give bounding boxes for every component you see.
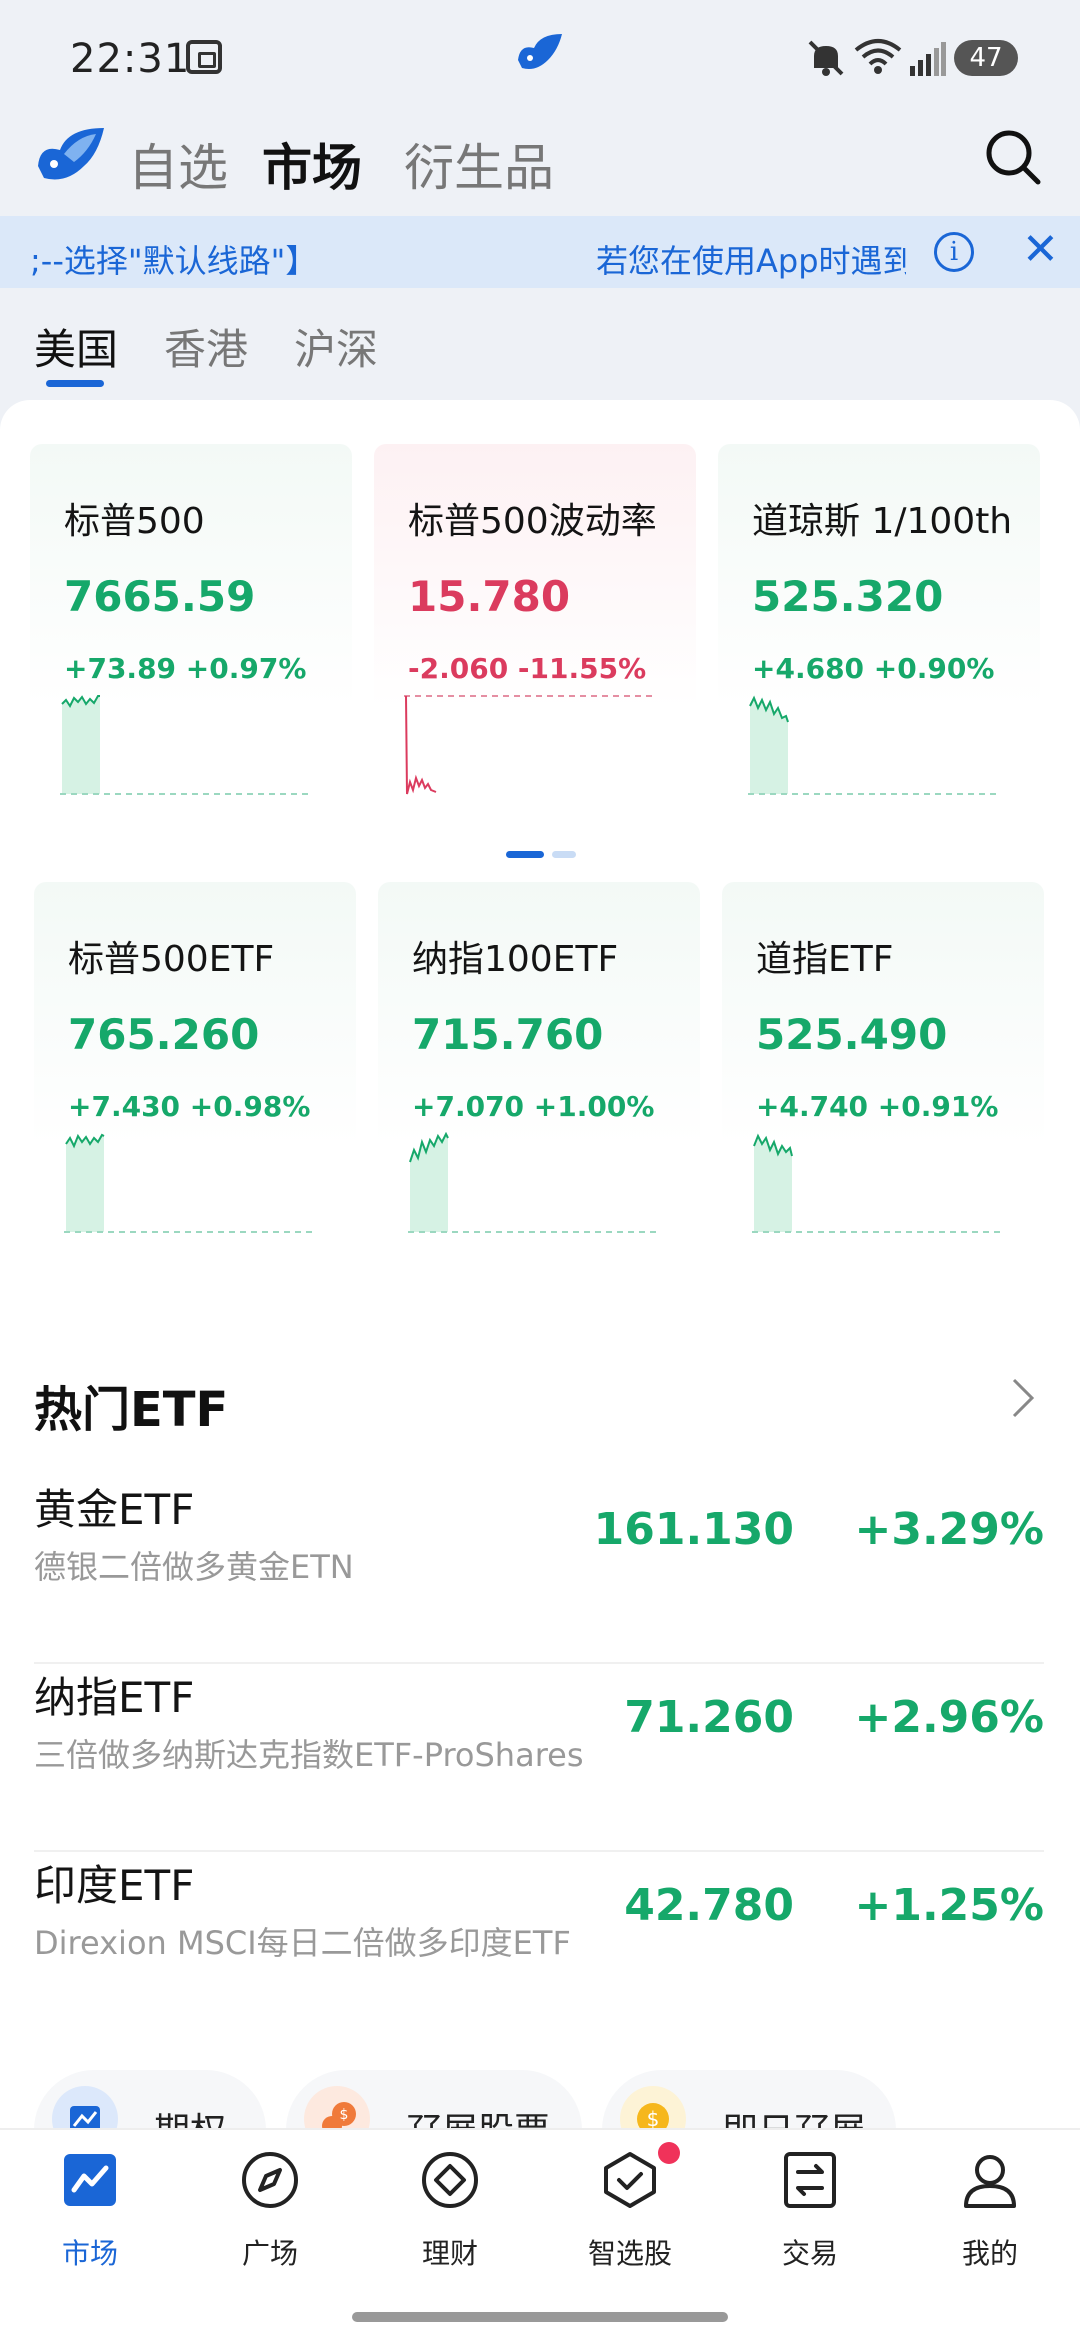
card-change: +73.89 +0.97%	[64, 652, 307, 685]
card-name: 标普500	[64, 501, 205, 542]
etf-row-gold[interactable]: 黄金ETF 德银二倍做多黄金ETN 161.130 +3.29%	[34, 1476, 1044, 1664]
region-tab-indicator	[46, 380, 104, 387]
etf-card-dia[interactable]: 道指ETF 525.490 +4.740 +0.91%	[722, 882, 1044, 1258]
card-change: +4.680 +0.90%	[752, 652, 995, 685]
card-value: 715.760	[412, 1010, 604, 1059]
tab-label: 交易	[781, 2237, 838, 2270]
card-value: 525.490	[756, 1010, 948, 1059]
etf-price: 161.130	[593, 1504, 794, 1555]
bottom-tab-me[interactable]: 我的	[920, 2150, 1060, 2280]
etf-name: 印度ETF	[34, 1861, 195, 1910]
sparkline-chart	[408, 1132, 658, 1233]
sparkline-chart	[64, 1133, 314, 1233]
region-tab-us[interactable]: 美国	[34, 316, 118, 377]
etf-name: 纳指ETF	[34, 1673, 195, 1722]
etf-price: 71.260	[624, 1692, 794, 1743]
card-name: 标普500ETF	[68, 939, 275, 980]
etf-row-nasdaq[interactable]: 纳指ETF 三倍做多纳斯达克指数ETF-ProShares 71.260 +2.…	[34, 1664, 1044, 1852]
etf-name: 黄金ETF	[34, 1485, 195, 1534]
card-value: 765.260	[68, 1010, 260, 1059]
signal-icon	[910, 42, 946, 76]
card-value: 15.780	[408, 572, 571, 621]
tab-derivatives[interactable]: 衍生品	[404, 128, 554, 200]
chevron-right-icon[interactable]	[1008, 1376, 1038, 1420]
card-change: -2.060 -11.55%	[408, 652, 647, 685]
card-name: 道指ETF	[756, 939, 894, 980]
diamond-icon	[422, 2152, 478, 2208]
wifi-icon	[854, 39, 902, 74]
bottom-tab-bar	[0, 2128, 1080, 2340]
sparkline-chart	[60, 695, 310, 795]
etf-price: 42.780	[624, 1880, 794, 1931]
index-card-dow[interactable]: 道琼斯 1/100th 525.320 +4.680 +0.90%	[718, 444, 1040, 820]
logo-icon	[38, 128, 104, 180]
card-value: 525.320	[752, 572, 944, 621]
sparkline-chart	[752, 1133, 1002, 1233]
tab-label: 市场	[61, 2237, 118, 2270]
region-tab-hk[interactable]: 香港	[164, 316, 248, 377]
page-dot	[552, 851, 576, 858]
notification-badge	[658, 2142, 680, 2164]
card-name: 纳指100ETF	[412, 939, 619, 980]
index-card-sp500[interactable]: 标普500 7665.59 +73.89 +0.97%	[30, 444, 352, 820]
sparkline-chart	[404, 695, 654, 795]
person-icon	[964, 2155, 1016, 2208]
close-icon[interactable]: ✕	[1022, 228, 1062, 272]
tab-watchlist[interactable]: 自选	[128, 128, 228, 200]
etf-row-india[interactable]: 印度ETF Direxion MSCI每日二倍做多印度ETF 42.780 +1…	[34, 1852, 1044, 2040]
index-card-vix[interactable]: 标普500波动率 15.780 -2.060 -11.55%	[374, 444, 696, 820]
app-bird-icon	[518, 34, 562, 69]
info-icon[interactable]: i	[934, 232, 974, 272]
svg-text:$: $	[340, 2107, 349, 2123]
search-icon[interactable]	[984, 128, 1042, 186]
card-change: +7.430 +0.98%	[68, 1090, 311, 1123]
etf-change-pct: +2.96%	[854, 1692, 1044, 1743]
notice-text-left: ;--选择"默认线路"】	[30, 242, 318, 280]
notice-text-right: 若您在使用App时遇到	[596, 242, 906, 280]
card-change: +7.070 +1.00%	[412, 1090, 655, 1123]
trade-icon	[784, 2152, 836, 2208]
status-time: 22:31	[70, 36, 191, 82]
card-name: 标普500波动率	[408, 501, 657, 542]
mute-icon	[808, 40, 844, 76]
etf-card-qqq[interactable]: 纳指100ETF 715.760 +7.070 +1.00%	[378, 882, 700, 1258]
hexagon-check-icon	[604, 2152, 656, 2208]
bottom-tab-trade[interactable]: 交易	[740, 2150, 880, 2280]
sparkline-chart	[748, 695, 998, 795]
tab-label: 我的	[961, 2237, 1018, 2270]
bottom-tab-plaza[interactable]: 广场	[200, 2150, 340, 2280]
battery-indicator: 47	[954, 40, 1018, 76]
bottom-tab-smart-pick[interactable]: 智选股	[560, 2150, 700, 2280]
tab-market[interactable]: 市场	[262, 128, 362, 200]
tab-label: 理财	[421, 2237, 478, 2270]
compass-icon	[242, 2152, 298, 2208]
tab-label: 广场	[241, 2237, 298, 2270]
bottom-tab-market[interactable]: 市场	[20, 2150, 160, 2280]
region-tab-cn[interactable]: 沪深	[294, 316, 378, 377]
etf-desc: Direxion MSCI每日二倍做多印度ETF	[34, 1924, 571, 1962]
section-title-hot-etf: 热门ETF	[34, 1382, 229, 1438]
bottom-tab-wealth[interactable]: 理财	[380, 2150, 520, 2280]
page-dot-active	[506, 851, 544, 858]
etf-card-spy[interactable]: 标普500ETF 765.260 +7.430 +0.98%	[34, 882, 356, 1258]
etf-desc: 德银二倍做多黄金ETN	[34, 1548, 354, 1586]
home-indicator[interactable]	[352, 2312, 728, 2322]
etf-desc: 三倍做多纳斯达克指数ETF-ProShares	[34, 1736, 584, 1774]
etf-change-pct: +1.25%	[854, 1880, 1044, 1931]
screenshot-icon	[186, 40, 222, 74]
card-value: 7665.59	[64, 572, 256, 621]
tab-label: 智选股	[587, 2237, 672, 2270]
etf-change-pct: +3.29%	[854, 1504, 1044, 1555]
card-name: 道琼斯 1/100th	[752, 501, 1013, 542]
card-change: +4.740 +0.91%	[756, 1090, 999, 1123]
chart-icon	[64, 2154, 116, 2206]
